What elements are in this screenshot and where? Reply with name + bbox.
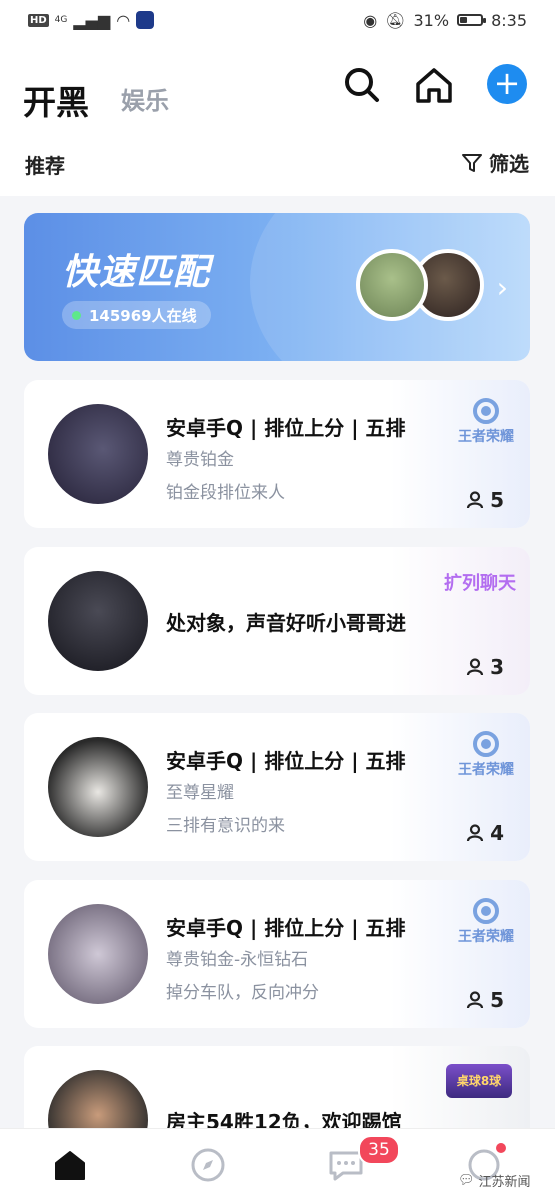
status-right: ◉ 🔕︎ 31% 8:35 — [363, 11, 527, 30]
member-count-value: 5 — [490, 488, 504, 512]
room-title: 安卓手Q | 排位上分 | 五排 — [166, 749, 406, 773]
room-title: 处对象，声音好听小哥哥进 — [166, 611, 406, 635]
room-card[interactable]: 处对象，声音好听小哥哥进 扩列聊天 3 — [24, 547, 530, 695]
game-tag-label: 王者荣耀 — [458, 929, 514, 945]
person-icon — [466, 824, 484, 842]
avatar — [48, 571, 148, 671]
filter-button[interactable]: 筛选 — [461, 148, 529, 177]
online-count-text: 145969人在线 — [89, 306, 197, 325]
create-room-button[interactable]: + — [487, 64, 527, 104]
billiards-game-logo: 桌球8球 — [446, 1064, 512, 1098]
game-tag: 王者荣耀 — [458, 898, 514, 946]
game-tag: 王者荣耀 — [458, 731, 514, 779]
member-count-value: 3 — [490, 655, 504, 679]
category-tag: 扩列聊天 — [444, 573, 516, 594]
bottom-tab-bar: 35 💬︎ 江苏新闻 — [0, 1128, 555, 1203]
avatar — [48, 904, 148, 1004]
profile-notification-dot — [496, 1143, 506, 1153]
game-logo-icon — [473, 398, 499, 424]
quick-match-title: 快速匹配 — [62, 252, 211, 293]
online-dot-icon — [72, 310, 81, 320]
person-icon — [466, 491, 484, 509]
home-button[interactable] — [411, 62, 457, 108]
tab-home[interactable] — [50, 1145, 90, 1185]
room-note: 三排有意识的来 — [166, 816, 285, 836]
home-icon — [416, 68, 452, 103]
room-title: 安卓手Q | 排位上分 | 五排 — [166, 416, 406, 440]
avatar — [48, 737, 148, 837]
network-signal-icon: 4G — [54, 15, 68, 25]
hd-icon: HD — [28, 13, 49, 27]
room-rank: 至尊星耀 — [166, 783, 234, 803]
message-count-badge: 35 — [358, 1135, 400, 1165]
room-rank: 尊贵铂金-永恒钻石 — [166, 950, 309, 970]
member-count-value: 5 — [490, 988, 504, 1012]
filter-icon — [462, 153, 482, 172]
online-count-pill: 145969人在线 — [62, 301, 211, 329]
tab-kaihei[interactable]: 开黑 — [23, 76, 89, 124]
compass-icon — [191, 1148, 225, 1182]
game-logo-icon — [473, 731, 499, 757]
member-count: 5 — [466, 488, 504, 512]
quick-match-banner[interactable]: 快速匹配 145969人在线 › — [24, 213, 530, 361]
room-note: 掉分车队，反向冲分 — [166, 983, 319, 1003]
room-card[interactable]: 安卓手Q | 排位上分 | 五排 尊贵铂金-永恒钻石 掉分车队，反向冲分 王者荣… — [24, 880, 530, 1028]
app-notification-icon — [136, 11, 155, 29]
wifi-icon: ◠ — [116, 10, 131, 30]
member-count: 4 — [466, 821, 504, 845]
member-count-value: 4 — [490, 821, 504, 845]
battery-percent: 31% — [413, 10, 450, 30]
avatar — [48, 404, 148, 504]
status-bar: HD 4G ▂▄▆ ◠ ◉ 🔕︎ 31% 8:35 — [0, 0, 555, 40]
status-left: HD 4G ▂▄▆ ◠ — [28, 10, 155, 30]
search-button[interactable] — [339, 62, 385, 108]
game-tag-label: 王者荣耀 — [458, 429, 514, 445]
room-rank: 尊贵铂金 — [166, 450, 234, 470]
home-filled-icon — [55, 1151, 85, 1180]
person-icon — [466, 658, 484, 676]
watermark-text: 江苏新闻 — [478, 1175, 531, 1190]
game-tag-label: 王者荣耀 — [458, 762, 514, 778]
tab-entertainment[interactable]: 娱乐 — [121, 81, 169, 116]
mute-bell-icon: 🔕︎ — [385, 10, 406, 30]
match-avatar-1 — [356, 249, 428, 321]
plus-icon: + — [493, 64, 521, 102]
person-icon — [466, 991, 484, 1009]
watermark: 💬︎ 江苏新闻 — [458, 1171, 531, 1190]
room-card[interactable]: 安卓手Q | 排位上分 | 五排 至尊星耀 三排有意识的来 王者荣耀 4 — [24, 713, 530, 861]
filter-label: 筛选 — [489, 152, 529, 176]
tab-discover[interactable] — [188, 1145, 228, 1185]
room-note: 铂金段排位来人 — [166, 483, 285, 503]
search-icon — [345, 68, 379, 102]
game-logo-icon — [473, 898, 499, 924]
room-title: 安卓手Q | 排位上分 | 五排 — [166, 916, 406, 940]
clock: 8:35 — [491, 10, 527, 30]
room-card[interactable]: 安卓手Q | 排位上分 | 五排 尊贵铂金 铂金段排位来人 王者荣耀 5 — [24, 380, 530, 528]
section-recommended[interactable]: 推荐 — [25, 150, 65, 179]
signal-bars-icon: ▂▄▆ — [73, 10, 111, 30]
wechat-icon: 💬︎ — [458, 1173, 475, 1188]
header: 开黑 娱乐 + 推荐 筛选 — [0, 40, 555, 196]
member-count: 5 — [466, 988, 504, 1012]
member-count: 3 — [466, 655, 504, 679]
game-tag: 王者荣耀 — [458, 398, 514, 446]
eye-icon: ◉ — [363, 10, 378, 30]
chevron-right-icon: › — [496, 271, 508, 304]
battery-icon — [457, 14, 487, 26]
